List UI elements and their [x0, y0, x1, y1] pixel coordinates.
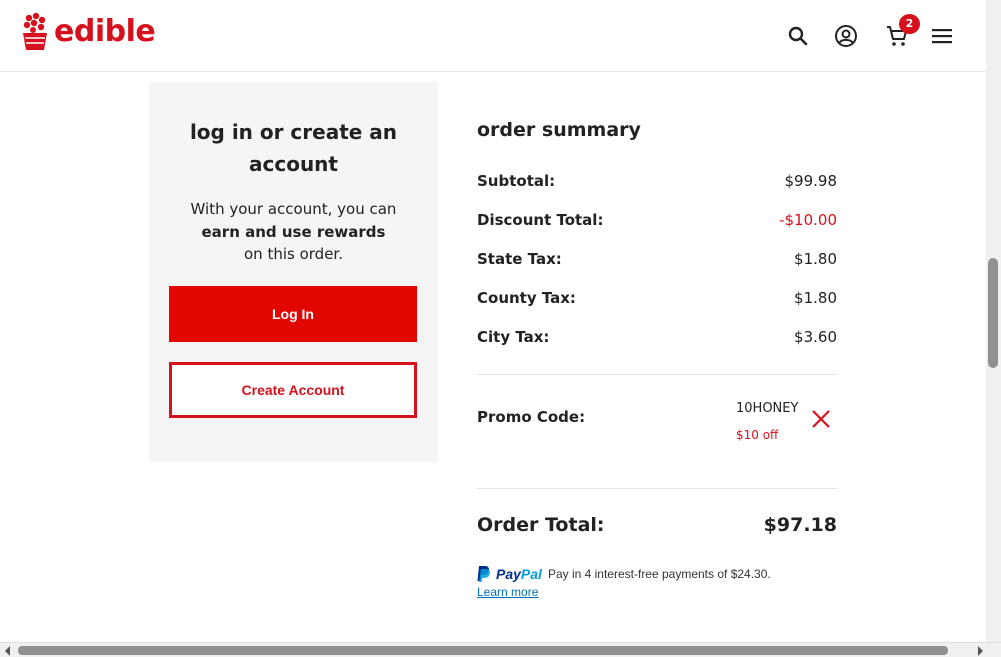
- vertical-scrollbar-thumb[interactable]: [988, 258, 998, 368]
- line-value: $3.60: [794, 328, 837, 346]
- paypal-wordmark-pay: Pay: [496, 566, 521, 582]
- account-icon[interactable]: [834, 24, 858, 48]
- line-value: $1.80: [794, 289, 837, 307]
- edible-logo[interactable]: edible: [22, 12, 156, 52]
- order-total-label: Order Total:: [477, 514, 605, 536]
- promo-code-value: 10HONEY: [736, 401, 799, 416]
- menu-icon[interactable]: [930, 24, 954, 48]
- summary-line-city-tax: City Tax: $3.60: [477, 326, 837, 348]
- paypal-wordmark-pal: Pal: [520, 566, 542, 582]
- line-value: $1.80: [794, 250, 837, 268]
- promo-code-label: Promo Code:: [477, 408, 586, 426]
- line-value: -$10.00: [779, 211, 837, 229]
- paypal-icon: [477, 566, 491, 582]
- account-description: With your account, you can earn and use …: [149, 198, 438, 266]
- account-desc-rewards: earn and use rewards: [201, 222, 386, 241]
- line-label: County Tax:: [477, 289, 576, 307]
- line-value: $99.98: [784, 172, 838, 190]
- cart-count-badge: 2: [899, 14, 920, 34]
- divider: [477, 488, 837, 489]
- scroll-left-arrow-icon[interactable]: [5, 646, 10, 656]
- line-label: State Tax:: [477, 250, 562, 268]
- summary-line-county-tax: County Tax: $1.80: [477, 287, 837, 309]
- account-panel: log in or create an account With your ac…: [149, 82, 438, 462]
- paypal-pay-in-4-text: Pay in 4 interest-free payments of $24.3…: [547, 567, 771, 581]
- vertical-scrollbar[interactable]: [986, 0, 1001, 642]
- order-total-value: $97.18: [763, 514, 837, 536]
- summary-line-discount: Discount Total: -$10.00: [477, 209, 837, 231]
- search-icon[interactable]: [786, 24, 810, 48]
- divider: [477, 374, 837, 375]
- paypal-wordmark: PayPal: [496, 566, 542, 582]
- summary-line-state-tax: State Tax: $1.80: [477, 248, 837, 270]
- horizontal-scrollbar-thumb[interactable]: [18, 646, 948, 655]
- line-label: City Tax:: [477, 328, 550, 346]
- account-desc-line1: With your account, you can: [190, 200, 397, 218]
- fruit-basket-icon: [23, 12, 47, 50]
- remove-promo-icon[interactable]: [810, 408, 832, 430]
- site-header: edible 2: [0, 0, 986, 72]
- promo-discount-text: $10 off: [736, 428, 779, 442]
- account-desc-line3: on this order.: [244, 245, 343, 263]
- horizontal-scrollbar[interactable]: [0, 642, 1001, 657]
- line-label: Subtotal:: [477, 172, 556, 190]
- logo-wordmark: edible: [54, 14, 156, 49]
- account-title: log in or create an account: [189, 120, 398, 176]
- order-summary-title: order summary: [477, 119, 641, 141]
- paypal-learn-more-link[interactable]: Learn more: [477, 585, 538, 599]
- summary-line-subtotal: Subtotal: $99.98: [477, 170, 837, 192]
- create-account-button[interactable]: Create Account: [169, 362, 417, 418]
- paypal-message: PayPal Pay in 4 interest-free payments o…: [477, 564, 837, 584]
- order-summary: order summary Subtotal: $99.98 Discount …: [477, 112, 837, 599]
- line-label: Discount Total:: [477, 211, 604, 229]
- login-button[interactable]: Log In: [169, 286, 417, 342]
- scroll-right-arrow-icon[interactable]: [978, 646, 983, 656]
